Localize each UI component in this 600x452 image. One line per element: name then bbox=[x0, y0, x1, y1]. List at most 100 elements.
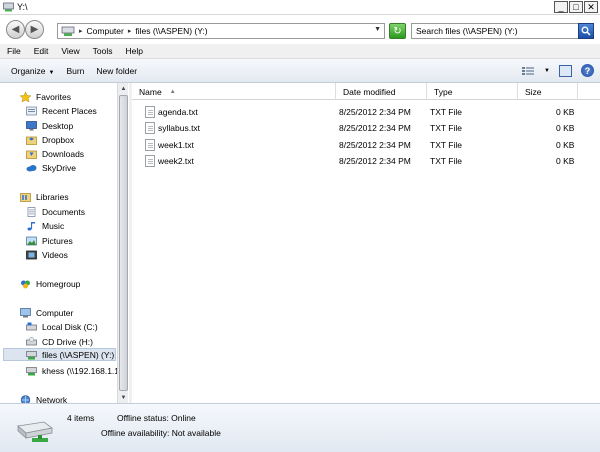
sidebar-libraries[interactable]: Libraries bbox=[20, 190, 69, 203]
forward-button[interactable]: ▶ bbox=[25, 20, 44, 39]
table-row[interactable]: week2.txt 8/25/2012 2:34 PM TXT File 0 K… bbox=[142, 154, 592, 169]
scrollbar-thumb[interactable] bbox=[119, 95, 128, 391]
search-icon[interactable] bbox=[578, 23, 594, 39]
file-date: 8/25/2012 2:34 PM bbox=[339, 140, 411, 150]
burn-button[interactable]: Burn bbox=[66, 66, 84, 76]
back-button[interactable]: ◀ bbox=[6, 20, 25, 39]
menu-edit[interactable]: Edit bbox=[34, 46, 49, 56]
scroll-down-icon[interactable]: ▼ bbox=[118, 392, 129, 403]
menu-file[interactable]: File bbox=[7, 46, 21, 56]
cd-drive-icon bbox=[26, 336, 37, 345]
cloud-icon bbox=[26, 164, 37, 171]
sidebar-item-skydrive[interactable]: SkyDrive bbox=[26, 161, 76, 174]
organize-button[interactable]: Organize ▼ bbox=[11, 66, 54, 76]
sidebar-homegroup[interactable]: Homegroup bbox=[20, 277, 80, 290]
item-count: 4 items bbox=[67, 413, 95, 423]
sidebar-item-videos[interactable]: Videos bbox=[26, 248, 68, 261]
new-folder-button[interactable]: New folder bbox=[96, 66, 137, 76]
column-header-label: Date modified bbox=[343, 86, 396, 97]
refresh-icon: ↻ bbox=[393, 25, 402, 37]
sidebar-item-music[interactable]: Music bbox=[26, 219, 64, 232]
network-drive-icon bbox=[26, 350, 37, 359]
column-header-label: Name bbox=[139, 86, 162, 97]
table-row[interactable]: week1.txt 8/25/2012 2:34 PM TXT File 0 K… bbox=[142, 138, 592, 153]
view-details-icon[interactable] bbox=[521, 65, 535, 77]
videos-icon bbox=[26, 250, 37, 259]
dropbox-icon bbox=[26, 136, 37, 145]
music-note-icon bbox=[27, 221, 35, 230]
address-bar[interactable]: ▸ Computer ▸ files (\\ASPEN) (Y:) ▼ bbox=[57, 23, 385, 39]
file-type: TXT File bbox=[430, 123, 462, 133]
sidebar-item-pictures[interactable]: Pictures bbox=[26, 234, 73, 247]
sidebar-item-label: Homegroup bbox=[36, 278, 81, 289]
sidebar-item-local-disk[interactable]: Local Disk (C:) bbox=[26, 320, 98, 333]
sidebar-computer[interactable]: Computer bbox=[20, 306, 73, 319]
sidebar-item-cd-drive[interactable]: CD Drive (H:) bbox=[26, 335, 93, 348]
menu-tools[interactable]: Tools bbox=[93, 46, 113, 56]
sidebar-item-khess[interactable]: khess (\\192.168.1.1 bbox=[26, 364, 119, 377]
table-row[interactable]: syllabus.txt 8/25/2012 2:34 PM TXT File … bbox=[142, 121, 592, 136]
network-icon bbox=[20, 394, 31, 403]
sidebar-item-label: SkyDrive bbox=[42, 162, 77, 173]
sidebar-item-recent-places[interactable]: Recent Places bbox=[26, 104, 97, 117]
column-header-type[interactable]: Type bbox=[427, 83, 518, 100]
text-file-icon bbox=[145, 155, 155, 167]
chevron-down-icon[interactable]: ▼ bbox=[544, 68, 550, 74]
search-input[interactable]: Search files (\\ASPEN) (Y:) bbox=[411, 23, 594, 39]
menu-help[interactable]: Help bbox=[125, 46, 142, 56]
chevron-down-icon: ▼ bbox=[48, 69, 55, 76]
sidebar-favorites[interactable]: Favorites bbox=[20, 90, 71, 103]
menu-view[interactable]: View bbox=[61, 46, 79, 56]
column-header-date[interactable]: Date modified bbox=[336, 83, 427, 100]
offline-availability: Offline availability: Not available bbox=[101, 428, 221, 438]
sidebar-network[interactable]: Network bbox=[20, 393, 67, 403]
chevron-down-icon[interactable]: ▼ bbox=[374, 26, 381, 33]
sidebar-item-label: Dropbox bbox=[42, 134, 75, 145]
title-bar[interactable]: Y:\ _ □ ✕ bbox=[0, 0, 600, 15]
sidebar-item-dropbox[interactable]: Dropbox bbox=[26, 133, 74, 146]
file-size: 0 KB bbox=[556, 156, 575, 166]
sidebar-item-downloads[interactable]: Downloads bbox=[26, 147, 84, 160]
network-drive-icon bbox=[26, 366, 37, 375]
breadcrumb-current-drive[interactable]: files (\\ASPEN) (Y:) bbox=[135, 26, 207, 36]
sidebar-item-label: khess (\\192.168.1.1 bbox=[42, 365, 120, 376]
help-icon[interactable]: ? bbox=[581, 64, 594, 77]
sidebar-item-desktop[interactable]: Desktop bbox=[26, 119, 73, 132]
column-header-size[interactable]: Size bbox=[518, 83, 578, 100]
column-header-label: Size bbox=[525, 86, 542, 97]
chevron-right-icon[interactable]: ▸ bbox=[128, 27, 132, 35]
sort-ascending-icon: ▲ bbox=[169, 88, 176, 95]
table-row[interactable]: agenda.txt 8/25/2012 2:34 PM TXT File 0 … bbox=[142, 105, 592, 120]
sidebar-item-label: Network bbox=[36, 394, 68, 404]
sidebar-item-documents[interactable]: Documents bbox=[26, 205, 85, 218]
file-list[interactable]: Name ▲ Date modified Type Size agenda.tx… bbox=[132, 83, 600, 403]
file-date: 8/25/2012 2:34 PM bbox=[339, 156, 411, 166]
close-button[interactable]: ✕ bbox=[584, 1, 598, 13]
file-name: week2.txt bbox=[158, 156, 194, 166]
minimize-button[interactable]: _ bbox=[554, 1, 568, 13]
sidebar-item-label: Pictures bbox=[42, 235, 73, 246]
sidebar-item-label: Music bbox=[42, 220, 65, 231]
file-type: TXT File bbox=[430, 140, 462, 150]
preview-pane-button[interactable] bbox=[559, 64, 572, 77]
details-pane: 4 items Offline status: Online Offline a… bbox=[0, 403, 600, 452]
sidebar-scrollbar[interactable]: ▲ ▼ bbox=[117, 83, 128, 403]
navigation-pane[interactable]: Favorites Recent Places Desktop Dropbox … bbox=[0, 83, 129, 403]
column-header-row: Name ▲ Date modified Type Size bbox=[132, 83, 600, 100]
sidebar-item-files-aspen[interactable]: files (\\ASPEN) (Y:) bbox=[3, 348, 116, 361]
network-drive-icon bbox=[61, 26, 75, 36]
recent-places-icon bbox=[26, 106, 37, 115]
file-type: TXT File bbox=[430, 156, 462, 166]
file-name: week1.txt bbox=[158, 140, 194, 150]
refresh-button[interactable]: ↻ bbox=[389, 23, 406, 39]
breadcrumb-computer[interactable]: Computer bbox=[87, 26, 124, 36]
chevron-right-icon[interactable]: ▸ bbox=[79, 27, 83, 35]
file-size: 0 KB bbox=[556, 107, 575, 117]
scroll-up-icon[interactable]: ▲ bbox=[118, 83, 129, 94]
maximize-button[interactable]: □ bbox=[569, 1, 583, 13]
column-header-label: Type bbox=[434, 86, 453, 97]
column-header-name[interactable]: Name ▲ bbox=[132, 83, 336, 100]
window-title: Y:\ bbox=[17, 2, 28, 12]
star-icon bbox=[20, 91, 31, 102]
sidebar-item-label: Videos bbox=[42, 249, 68, 260]
